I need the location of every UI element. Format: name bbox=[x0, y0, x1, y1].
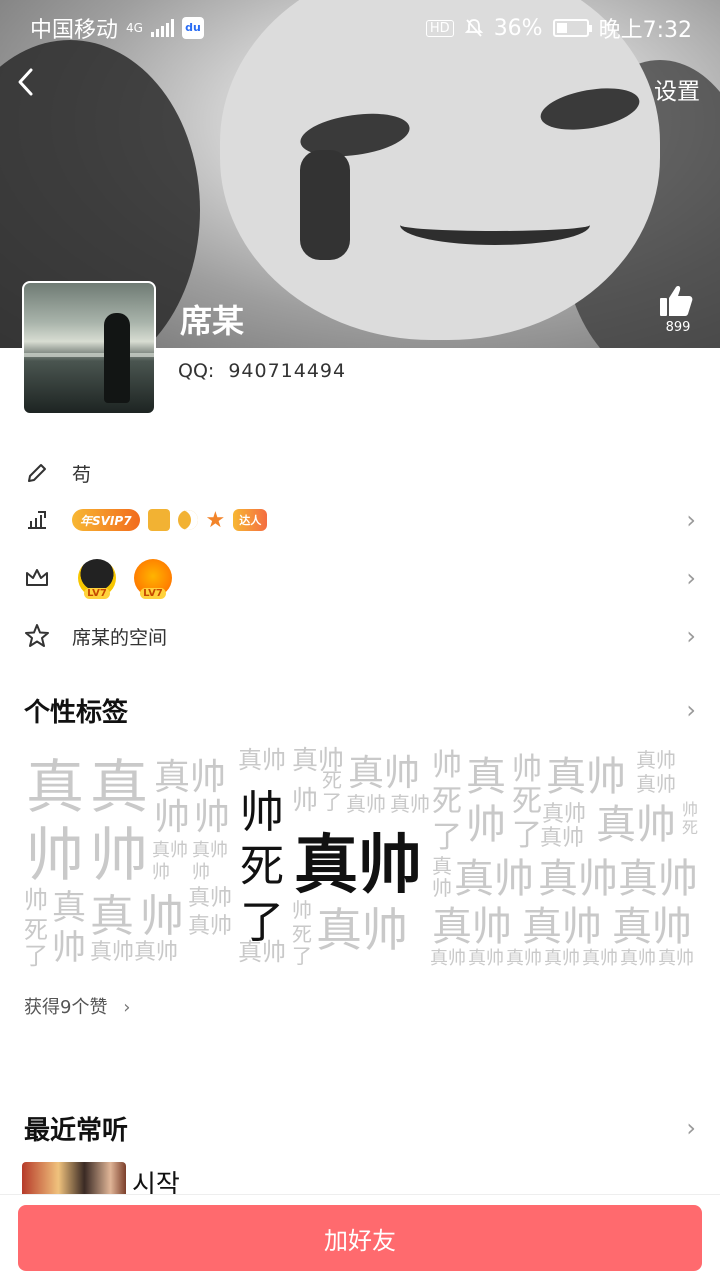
tag-word: 真帅 bbox=[544, 948, 580, 968]
chevron-right-icon: › bbox=[686, 564, 696, 592]
star-badge-icon: ★ bbox=[205, 507, 226, 533]
recent-chevron-icon[interactable]: › bbox=[686, 1114, 696, 1142]
network-label: 4G bbox=[126, 21, 143, 35]
chevron-right-icon: › bbox=[686, 506, 696, 534]
carrier-label: 中国移动 bbox=[30, 18, 119, 43]
back-button[interactable] bbox=[14, 66, 50, 102]
star-outline-icon bbox=[24, 623, 50, 649]
battery-icon bbox=[552, 19, 592, 37]
tags-chevron-icon[interactable]: › bbox=[686, 696, 696, 724]
hd-label: HD bbox=[425, 19, 454, 37]
settings-button[interactable]: 设置 bbox=[654, 72, 700, 106]
vip-row[interactable]: 年SVIP7 ★ 达人 › bbox=[0, 492, 720, 548]
tag-word: 真帅 bbox=[294, 829, 422, 903]
qq-number: 940714494 bbox=[228, 360, 347, 382]
mute-bell-icon bbox=[464, 19, 483, 37]
tag-cloud[interactable]: 真 真 帅 帅 真帅 帅 帅 真帅 真帅 帅 帅 帅 真 真 帅 死 了 帅 真… bbox=[22, 740, 702, 968]
chevron-left-icon bbox=[18, 68, 33, 96]
like-count: 899 bbox=[665, 320, 691, 335]
tag-word: 真帅 bbox=[134, 940, 179, 965]
tag-word: 真帅 bbox=[506, 948, 542, 968]
bottom-bar: 加好友 bbox=[0, 1194, 720, 1280]
tag-word: 帅 bbox=[194, 797, 231, 838]
qzone-row[interactable]: 席某的空间 › bbox=[0, 608, 720, 664]
qq-number-line: QQ: 940714494 bbox=[178, 360, 346, 382]
add-friend-button[interactable]: 加好友 bbox=[18, 1205, 702, 1271]
qzone-label: 席某的空间 bbox=[72, 626, 168, 649]
tag-word: 了 bbox=[240, 897, 284, 948]
clock: 晚上7:32 bbox=[598, 18, 692, 43]
speed-level-badge: LV7 bbox=[134, 559, 172, 599]
tag-word: 真帅 bbox=[620, 948, 656, 968]
daren-badge: 达人 bbox=[233, 509, 268, 531]
crown-icon bbox=[24, 565, 50, 591]
tag-word: 真帅 bbox=[582, 948, 618, 968]
tags-title: 个性标签 bbox=[24, 698, 129, 728]
signature-text: 苟 bbox=[72, 463, 92, 486]
tag-word: 了 bbox=[322, 790, 342, 814]
tag-likes-count: 获得9个赞 bbox=[24, 997, 108, 1018]
tag-likes-link[interactable]: 获得9个赞 › bbox=[24, 993, 130, 1019]
status-bar: 中国移动 4G du HD 36% 晚上7:32 bbox=[0, 0, 720, 50]
qq-label: QQ: bbox=[178, 360, 215, 382]
avatar[interactable] bbox=[22, 281, 156, 415]
chevron-right-icon: › bbox=[686, 622, 696, 650]
like-button[interactable]: 899 bbox=[658, 284, 698, 335]
qq-level-badge: LV7 bbox=[78, 559, 116, 599]
tag-word: 真帅 bbox=[596, 802, 676, 848]
baidu-app-icon: du bbox=[181, 17, 204, 39]
recent-title: 最近常听 bbox=[24, 1116, 129, 1146]
level-up-icon bbox=[24, 507, 50, 533]
tag-word: 真帅 bbox=[188, 914, 233, 939]
pencil-icon bbox=[24, 460, 50, 486]
level-row[interactable]: LV7 LV7 › bbox=[0, 550, 720, 606]
tag-word: 死 bbox=[682, 818, 699, 837]
tag-word: 真帅 bbox=[90, 940, 135, 965]
user-name: 席某 bbox=[180, 302, 245, 340]
tag-word: 真帅 bbox=[238, 746, 286, 774]
tag-word: 帅 bbox=[292, 786, 319, 816]
chevron-right-icon: › bbox=[123, 997, 131, 1018]
battery-percent: 36% bbox=[493, 15, 543, 41]
crown-badge-icon bbox=[147, 509, 170, 531]
signal-icon bbox=[150, 19, 174, 37]
thumb-up-icon bbox=[660, 286, 693, 316]
tag-word: 帅 bbox=[466, 802, 506, 848]
tag-word: 死 bbox=[240, 841, 284, 892]
tag-word: 了 bbox=[24, 942, 48, 968]
tag-word: 帅 bbox=[154, 797, 191, 838]
tag-word: 了 bbox=[292, 944, 312, 968]
moon-badge-icon bbox=[177, 510, 198, 530]
tag-word: 真帅 bbox=[430, 948, 466, 968]
svip-badge: 年SVIP7 bbox=[72, 509, 140, 531]
tag-word: 真帅 bbox=[348, 753, 421, 794]
tag-word: 真帅 bbox=[658, 948, 694, 968]
tag-word: 真帅 bbox=[468, 948, 504, 968]
tag-word: 帅 bbox=[52, 928, 86, 968]
